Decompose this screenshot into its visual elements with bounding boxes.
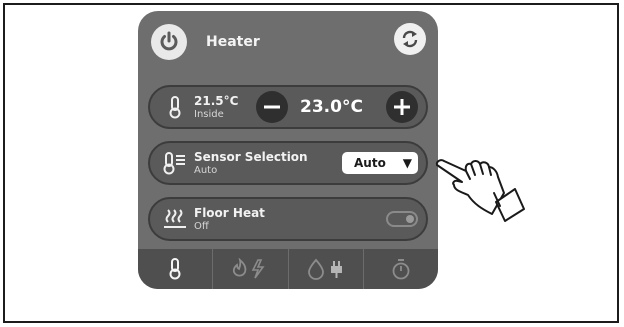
floor-heat-row: Floor Heat Off — [148, 197, 428, 241]
power-icon — [160, 31, 178, 51]
power-button[interactable] — [151, 24, 187, 60]
tab-timer[interactable] — [364, 249, 438, 289]
plus-icon — [394, 99, 410, 115]
minus-icon — [264, 105, 280, 109]
timer-icon — [392, 259, 410, 280]
sensor-selection-row: Sensor Selection Auto Auto ▼ — [148, 141, 428, 185]
sensor-select-value: Auto — [354, 156, 386, 170]
sensor-selection-sub: Auto — [194, 165, 218, 176]
dropdown-arrow-icon: ▼ — [402, 156, 412, 170]
bottom-tab-bar — [138, 249, 438, 289]
tab-water-power[interactable] — [289, 249, 364, 289]
floor-heat-state: Off — [194, 221, 209, 232]
temperature-row: 21.5°C Inside 23.0°C — [148, 85, 428, 129]
sensor-selection-label: Sensor Selection — [194, 150, 308, 164]
increase-temperature-button[interactable] — [386, 91, 418, 123]
refresh-icon — [402, 30, 418, 48]
thermometer-icon — [169, 258, 181, 280]
setpoint-temperature: 23.0°C — [300, 97, 363, 117]
thermometer-icon — [162, 94, 188, 120]
heater-title: Heater — [206, 34, 260, 50]
inside-label: Inside — [194, 109, 224, 120]
decrease-temperature-button[interactable] — [256, 91, 288, 123]
floor-heating-icon — [162, 206, 188, 232]
heater-card: Heater 21.5°C Inside 23.0°C Sensor Selec… — [138, 11, 438, 289]
sensor-select-dropdown[interactable]: Auto ▼ — [342, 152, 418, 174]
flame-lightning-icon — [233, 258, 265, 279]
refresh-button[interactable] — [394, 23, 426, 55]
floor-heat-label: Floor Heat — [194, 206, 265, 220]
inside-temperature-value: 21.5°C — [194, 94, 239, 108]
pointing-hand-illustration — [435, 159, 525, 222]
tab-thermostat[interactable] — [138, 249, 214, 289]
tab-energy[interactable] — [213, 249, 289, 289]
toggle-knob — [406, 215, 414, 223]
thermometer-list-icon — [162, 150, 188, 176]
drop-plug-icon — [307, 258, 342, 280]
floor-heat-toggle[interactable] — [386, 211, 418, 227]
